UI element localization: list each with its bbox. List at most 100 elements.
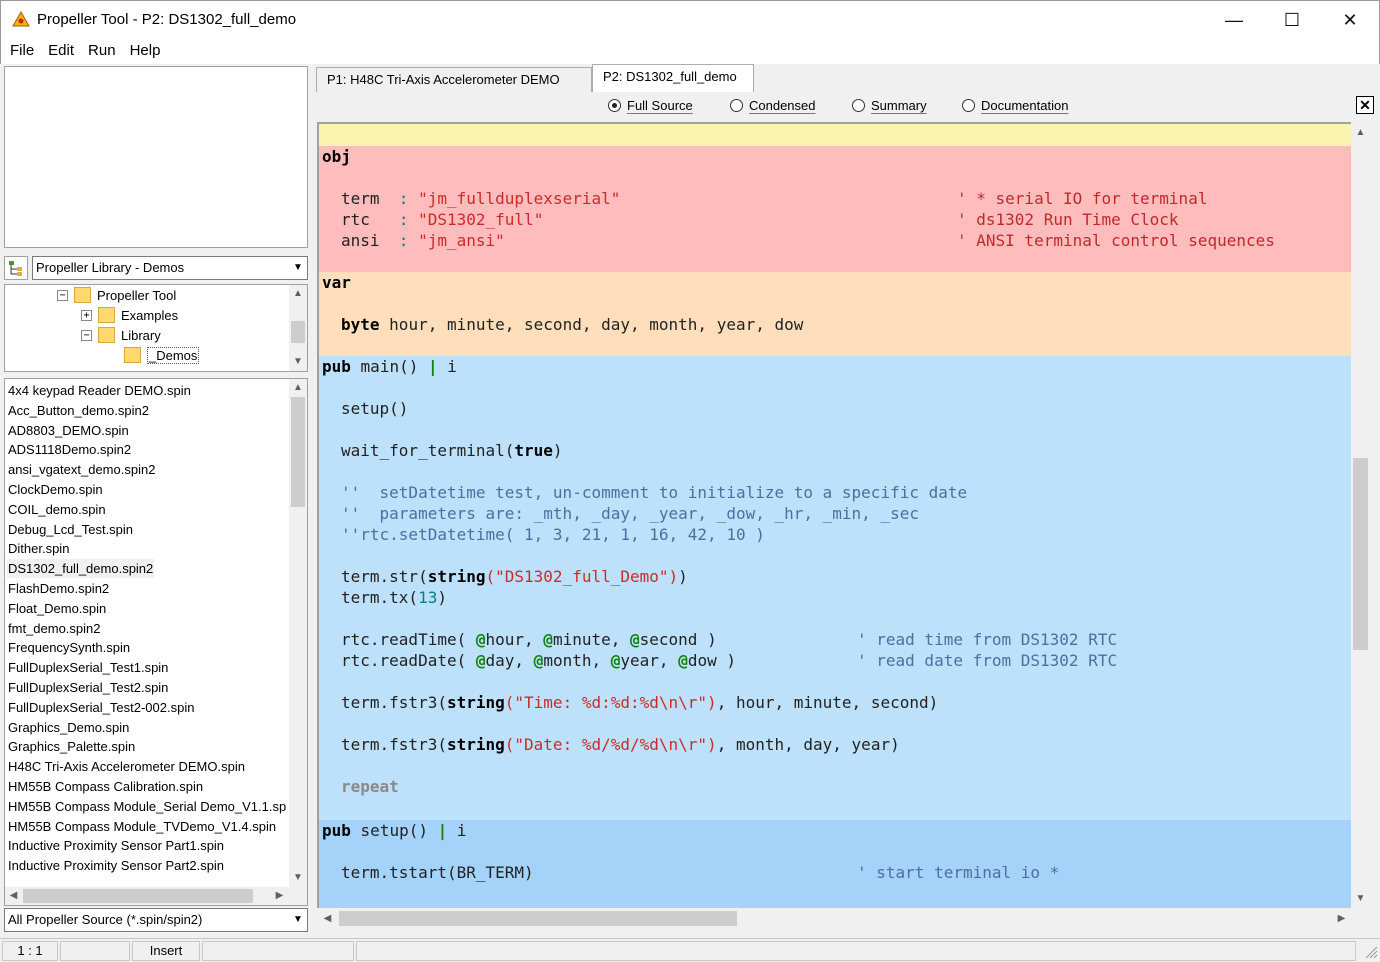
file-list-item[interactable]: AD8803_DEMO.spin bbox=[7, 421, 130, 440]
view-full-source-radio[interactable]: Full Source bbox=[608, 98, 693, 113]
maximize-button[interactable]: ☐ bbox=[1263, 1, 1321, 39]
view-condensed-radio[interactable]: Condensed bbox=[730, 98, 816, 113]
radio-icon bbox=[852, 99, 865, 112]
menu-help[interactable]: Help bbox=[123, 38, 168, 64]
expand-icon[interactable]: + bbox=[81, 309, 92, 321]
menu-edit[interactable]: Edit bbox=[41, 38, 81, 64]
view-summary-radio[interactable]: Summary bbox=[852, 98, 927, 113]
obj-comment-term: ' * serial IO for terminal bbox=[957, 189, 1208, 208]
minimize-button[interactable]: — bbox=[1205, 1, 1263, 39]
editor-hscrollbar[interactable]: ◀ ▶ bbox=[317, 908, 1370, 929]
chevron-down-icon: ▼ bbox=[293, 262, 303, 273]
file-filter-value: All Propeller Source (*.spin/spin2) bbox=[8, 912, 203, 927]
file-list-item[interactable]: Graphics_Demo.spin bbox=[7, 718, 130, 737]
menu-file[interactable]: File bbox=[3, 38, 41, 64]
file-list-item[interactable]: Graphics_Palette.spin bbox=[7, 737, 136, 756]
file-list-item[interactable]: FullDuplexSerial_Test1.spin bbox=[7, 658, 169, 677]
scroll-down-icon[interactable]: ▼ bbox=[289, 869, 307, 886]
tree-item-examples[interactable]: + Examples bbox=[81, 305, 178, 325]
tree-item-label: Library bbox=[121, 327, 161, 343]
file-list-item[interactable]: FullDuplexSerial_Test2-002.spin bbox=[7, 698, 195, 717]
scroll-up-icon[interactable]: ▲ bbox=[289, 379, 307, 396]
folder-icon bbox=[98, 327, 115, 343]
code-read-date-comment: ' read date from DS1302 RTC bbox=[857, 651, 1118, 670]
close-button[interactable]: ✕ bbox=[1321, 1, 1379, 39]
library-select[interactable]: Propeller Library - Demos ▼ bbox=[32, 256, 308, 280]
scroll-right-icon[interactable]: ▶ bbox=[1333, 908, 1350, 929]
pub-main-block: pub main() | i setup() wait_for_terminal… bbox=[319, 356, 1351, 820]
file-list-item[interactable]: HM55B Compass Module_Serial Demo_V1.1.sp bbox=[7, 797, 287, 816]
file-list-item[interactable]: Float_Demo.spin bbox=[7, 599, 107, 618]
close-editor-icon[interactable]: ✕ bbox=[1356, 96, 1374, 114]
scroll-left-icon[interactable]: ◀ bbox=[319, 908, 336, 929]
obj-line-rtc: rtc : "DS1302_full" bbox=[341, 210, 544, 229]
tree-item-demos[interactable]: _Demos bbox=[124, 345, 200, 365]
obj-comment-ansi: ' ANSI terminal control sequences bbox=[957, 231, 1275, 250]
scroll-down-icon[interactable]: ▼ bbox=[289, 353, 307, 370]
file-list-item[interactable]: FlashDemo.spin2 bbox=[7, 579, 110, 598]
tree-item-label: _Demos bbox=[147, 346, 200, 364]
file-list-item[interactable]: Inductive Proximity Sensor Part2.spin bbox=[7, 856, 225, 875]
file-list-item[interactable]: Debug_Lcd_Test.spin bbox=[7, 520, 134, 539]
scroll-right-icon[interactable]: ▶ bbox=[271, 887, 288, 905]
con-block bbox=[319, 124, 1351, 146]
tree-item-library[interactable]: − Library bbox=[81, 325, 161, 345]
explorer-pane: Propeller Library - Demos ▼ − Propeller … bbox=[0, 64, 312, 936]
menu-run[interactable]: Run bbox=[81, 38, 123, 64]
scroll-thumb[interactable] bbox=[339, 911, 737, 926]
var-block: var byte hour, minute, second, day, mont… bbox=[319, 272, 1351, 356]
tree-item-propeller-tool[interactable]: − Propeller Tool bbox=[57, 285, 176, 305]
file-list-item[interactable]: 4x4 keypad Reader DEMO.spin bbox=[7, 381, 192, 400]
file-list-item[interactable]: Acc_Button_demo.spin2 bbox=[7, 401, 150, 420]
file-list-item[interactable]: FrequencySynth.spin bbox=[7, 638, 131, 657]
code-read-time: rtc.readTime( @hour, @minute, @second ) bbox=[341, 630, 717, 649]
file-list-item[interactable]: Dither.spin bbox=[7, 539, 70, 558]
pub-setup-signature: pub setup() | i bbox=[322, 821, 467, 840]
file-filter-select[interactable]: All Propeller Source (*.spin/spin2) ▼ bbox=[4, 908, 308, 932]
file-list-vscrollbar[interactable]: ▲ ▼ bbox=[289, 379, 307, 887]
code-setup-call: setup() bbox=[341, 399, 409, 418]
library-tree-button[interactable] bbox=[4, 256, 28, 280]
code-repeat: repeat bbox=[341, 777, 399, 796]
file-list-item[interactable]: ClockDemo.spin bbox=[7, 480, 104, 499]
edit-mode: Insert bbox=[132, 941, 200, 961]
scroll-down-icon[interactable]: ▼ bbox=[1351, 890, 1370, 907]
scroll-up-icon[interactable]: ▲ bbox=[1351, 124, 1370, 141]
editor-tabs: P1: H48C Tri-Axis Accelerometer DEMO P2:… bbox=[312, 64, 1380, 92]
file-list-item[interactable]: fmt_demo.spin2 bbox=[7, 619, 102, 638]
file-list-hscrollbar[interactable]: ◀ ▶ bbox=[5, 887, 307, 905]
file-list-item[interactable]: COIL_demo.spin bbox=[7, 500, 107, 519]
menu-bar: File Edit Run Help bbox=[0, 38, 1380, 64]
file-list-item[interactable]: Inductive Proximity Sensor Part1.spin bbox=[7, 836, 225, 855]
cursor-position: 1 : 1 bbox=[2, 941, 58, 961]
obj-line-ansi: ansi : "jm_ansi" bbox=[341, 231, 505, 250]
library-row: Propeller Library - Demos ▼ bbox=[4, 256, 308, 280]
editor-vscrollbar[interactable]: ▲ ▼ bbox=[1351, 122, 1370, 908]
file-list-item[interactable]: H48C Tri-Axis Accelerometer DEMO.spin bbox=[7, 757, 246, 776]
scroll-thumb[interactable] bbox=[1353, 458, 1368, 650]
file-list-item[interactable]: ansi_vgatext_demo.spin2 bbox=[7, 460, 156, 479]
file-list-item[interactable]: HM55B Compass Calibration.spin bbox=[7, 777, 204, 796]
file-list-item[interactable]: DS1302_full_demo.spin2 bbox=[7, 559, 155, 579]
tab-p1[interactable]: P1: H48C Tri-Axis Accelerometer DEMO bbox=[316, 67, 592, 92]
scroll-thumb[interactable] bbox=[291, 321, 305, 343]
file-list-item[interactable]: FullDuplexSerial_Test2.spin bbox=[7, 678, 169, 697]
status-cell-blank bbox=[202, 941, 354, 961]
view-documentation-radio[interactable]: Documentation bbox=[962, 98, 1068, 113]
folder-icon bbox=[98, 307, 115, 323]
library-select-value: Propeller Library - Demos bbox=[36, 260, 185, 275]
file-list-item[interactable]: HM55B Compass Module_TVDemo_V1.4.spin bbox=[7, 817, 277, 836]
collapse-icon[interactable]: − bbox=[81, 329, 92, 341]
code-editor[interactable]: obj term : "jm_fullduplexserial" rtc : "… bbox=[317, 122, 1351, 908]
var-declaration: byte hour, minute, second, day, month, y… bbox=[341, 315, 804, 334]
scroll-thumb[interactable] bbox=[291, 397, 305, 507]
scroll-left-icon[interactable]: ◀ bbox=[5, 887, 22, 905]
code-comment-2: '' parameters are: _mth, _day, _year, _d… bbox=[341, 504, 919, 523]
resize-grip-icon[interactable] bbox=[1364, 945, 1378, 959]
scroll-up-icon[interactable]: ▲ bbox=[289, 285, 307, 302]
file-list-item[interactable]: ADS1118Demo.spin2 bbox=[7, 440, 132, 459]
tree-scrollbar[interactable]: ▲ ▼ bbox=[289, 285, 307, 371]
scroll-thumb[interactable] bbox=[23, 889, 253, 903]
tab-p2[interactable]: P2: DS1302_full_demo bbox=[592, 64, 754, 92]
collapse-icon[interactable]: − bbox=[57, 289, 68, 301]
